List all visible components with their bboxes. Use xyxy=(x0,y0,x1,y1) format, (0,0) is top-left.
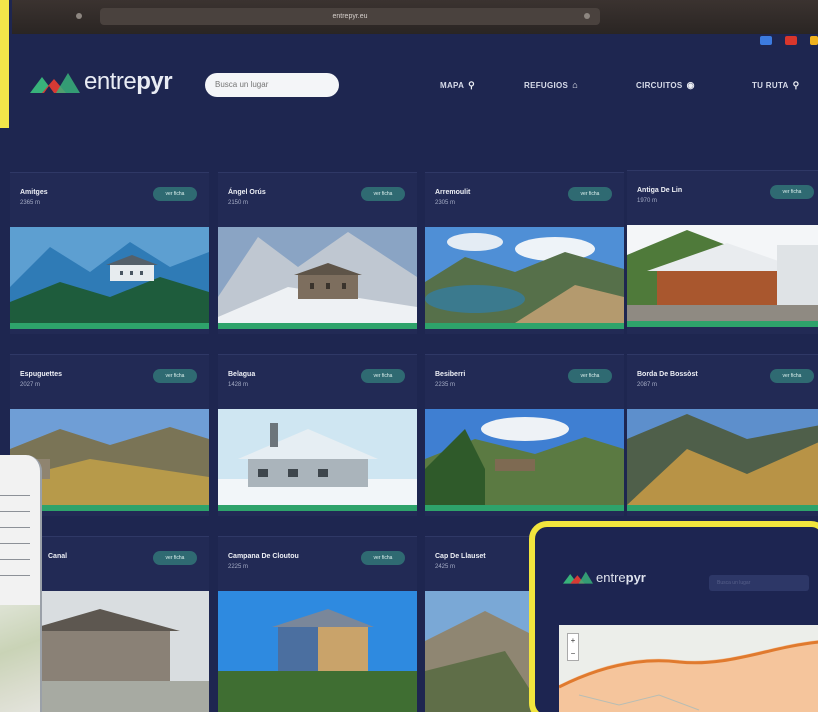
nav-refugios[interactable]: REFUGIOS ⌂ xyxy=(524,80,578,90)
refugio-altitude: 2235 m xyxy=(435,382,456,388)
refugio-photo xyxy=(425,227,624,323)
refugio-name: Ángel Orús xyxy=(228,189,266,196)
pin-icon: ⚲ xyxy=(468,80,476,90)
address-bar[interactable]: entrepyr.eu xyxy=(100,8,600,25)
card-accent-stripe xyxy=(218,323,417,329)
refugio-card[interactable]: Ángel Orús 2150 m ver ficha xyxy=(218,172,417,334)
pin-icon: ⚲ xyxy=(792,80,800,90)
refugio-photo xyxy=(218,591,417,712)
reload-icon[interactable] xyxy=(584,13,590,19)
lang-flag-blue[interactable] xyxy=(760,36,772,45)
refugio-altitude: 2027 m xyxy=(20,382,41,388)
refugio-photo xyxy=(425,409,624,505)
refugio-name: Canal xyxy=(48,553,68,560)
side-device-panel xyxy=(0,455,42,712)
zoom-in-button[interactable]: + xyxy=(568,634,578,647)
card-accent-stripe xyxy=(218,505,417,511)
refugio-card[interactable]: Antiga De Lin 1970 m ver ficha xyxy=(627,170,818,334)
refugio-photo xyxy=(218,227,417,323)
target-icon: ◉ xyxy=(686,80,695,90)
mountain-logo-icon xyxy=(563,571,593,584)
nav-tu-ruta[interactable]: TU RUTA ⚲ xyxy=(752,80,800,91)
refugio-name: Belagua xyxy=(228,371,256,378)
view-details-button[interactable]: ver ficha xyxy=(153,369,197,383)
refugio-name: Amitges xyxy=(20,189,48,196)
view-details-button[interactable]: ver ficha xyxy=(770,369,814,383)
card-accent-stripe xyxy=(10,323,209,329)
view-details-button[interactable]: ver ficha xyxy=(153,187,197,201)
card-accent-stripe xyxy=(627,321,818,327)
refugio-altitude: 2305 m xyxy=(435,200,456,206)
refugio-altitude: 2150 m xyxy=(228,200,249,206)
logo-text: entrepyr xyxy=(84,68,173,95)
device-search-input[interactable]: Busca un lugar xyxy=(709,575,809,591)
refugio-altitude: 2425 m xyxy=(435,564,456,570)
refugio-card[interactable]: Belagua 1428 m ver ficha xyxy=(218,354,417,516)
browser-toolbar: entrepyr.eu xyxy=(0,0,818,34)
nav-label: CIRCUITOS xyxy=(636,81,683,90)
refugio-name: Besiberri xyxy=(435,371,466,378)
refugio-name: Arremoulit xyxy=(435,189,471,196)
card-accent-stripe xyxy=(425,323,624,329)
lang-flag-red[interactable] xyxy=(785,36,797,45)
view-details-button[interactable]: ver ficha xyxy=(361,369,405,383)
nav-label: REFUGIOS xyxy=(524,80,569,90)
device-frame-edge xyxy=(0,0,12,128)
refugio-photo xyxy=(10,227,209,323)
card-accent-stripe xyxy=(627,505,818,511)
refugio-altitude: 1970 m xyxy=(637,198,658,204)
refugio-photo xyxy=(627,409,818,505)
refugio-card[interactable]: Amitges 2365 m ver ficha xyxy=(10,172,209,334)
nav-label: MAPA xyxy=(440,81,465,90)
nav-circuitos[interactable]: CIRCUITOS ◉ xyxy=(636,80,695,91)
refugio-altitude: 2087 m xyxy=(637,382,658,388)
refugio-card[interactable]: Borda De Bossòst 2087 m ver ficha xyxy=(627,354,818,516)
mobile-device-preview: entrepyr Busca un lugar + − xyxy=(529,521,818,712)
card-accent-stripe xyxy=(425,505,624,511)
view-details-button[interactable]: ver ficha xyxy=(361,187,405,201)
device-logo-text: entrepyr xyxy=(596,569,646,585)
view-details-button[interactable]: ver ficha xyxy=(361,551,405,565)
zoom-out-button[interactable]: − xyxy=(568,647,578,660)
page: entrepyr.eu entrepyr MAPA ⚲ REFUGIOS ⌂ C… xyxy=(0,0,818,712)
browser-back-icon[interactable] xyxy=(76,13,82,19)
refugio-card[interactable]: Campana De Cloutou 2225 m ver ficha xyxy=(218,536,417,712)
view-details-button[interactable]: ver ficha xyxy=(770,185,814,199)
refugio-photo xyxy=(218,409,417,505)
refugio-photo xyxy=(627,225,818,321)
map-zoom-control[interactable]: + − xyxy=(567,633,579,661)
home-icon: ⌂ xyxy=(572,80,578,90)
refugio-name: Antiga De Lin xyxy=(637,187,683,194)
refugio-card[interactable]: Besiberri 2235 m ver ficha xyxy=(425,354,624,516)
site-logo[interactable]: entrepyr xyxy=(30,68,173,96)
refugio-name: Espuguettes xyxy=(20,371,63,378)
nav-mapa[interactable]: MAPA ⚲ xyxy=(440,80,475,91)
device-logo: entrepyr xyxy=(563,569,646,585)
view-details-button[interactable]: ver ficha xyxy=(568,187,612,201)
nav-label: TU RUTA xyxy=(752,81,789,90)
mountain-logo-icon xyxy=(30,73,80,93)
side-map xyxy=(0,605,40,712)
device-map[interactable]: + − xyxy=(559,625,818,712)
view-details-button[interactable]: ver ficha xyxy=(153,551,197,565)
refugio-altitude: 2225 m xyxy=(228,564,249,570)
view-details-button[interactable]: ver ficha xyxy=(568,369,612,383)
lang-flag-yellow[interactable] xyxy=(810,36,818,45)
refugio-name: Campana De Cloutou xyxy=(228,553,299,560)
refugio-card[interactable]: Arremoulit 2305 m ver ficha xyxy=(425,172,624,334)
refugio-altitude: 1428 m xyxy=(228,382,249,388)
refugio-name: Borda De Bossòst xyxy=(637,371,698,378)
refugio-altitude: 2365 m xyxy=(20,200,41,206)
refugio-name: Cap De Llauset xyxy=(435,553,486,560)
place-search-input[interactable] xyxy=(205,73,339,97)
